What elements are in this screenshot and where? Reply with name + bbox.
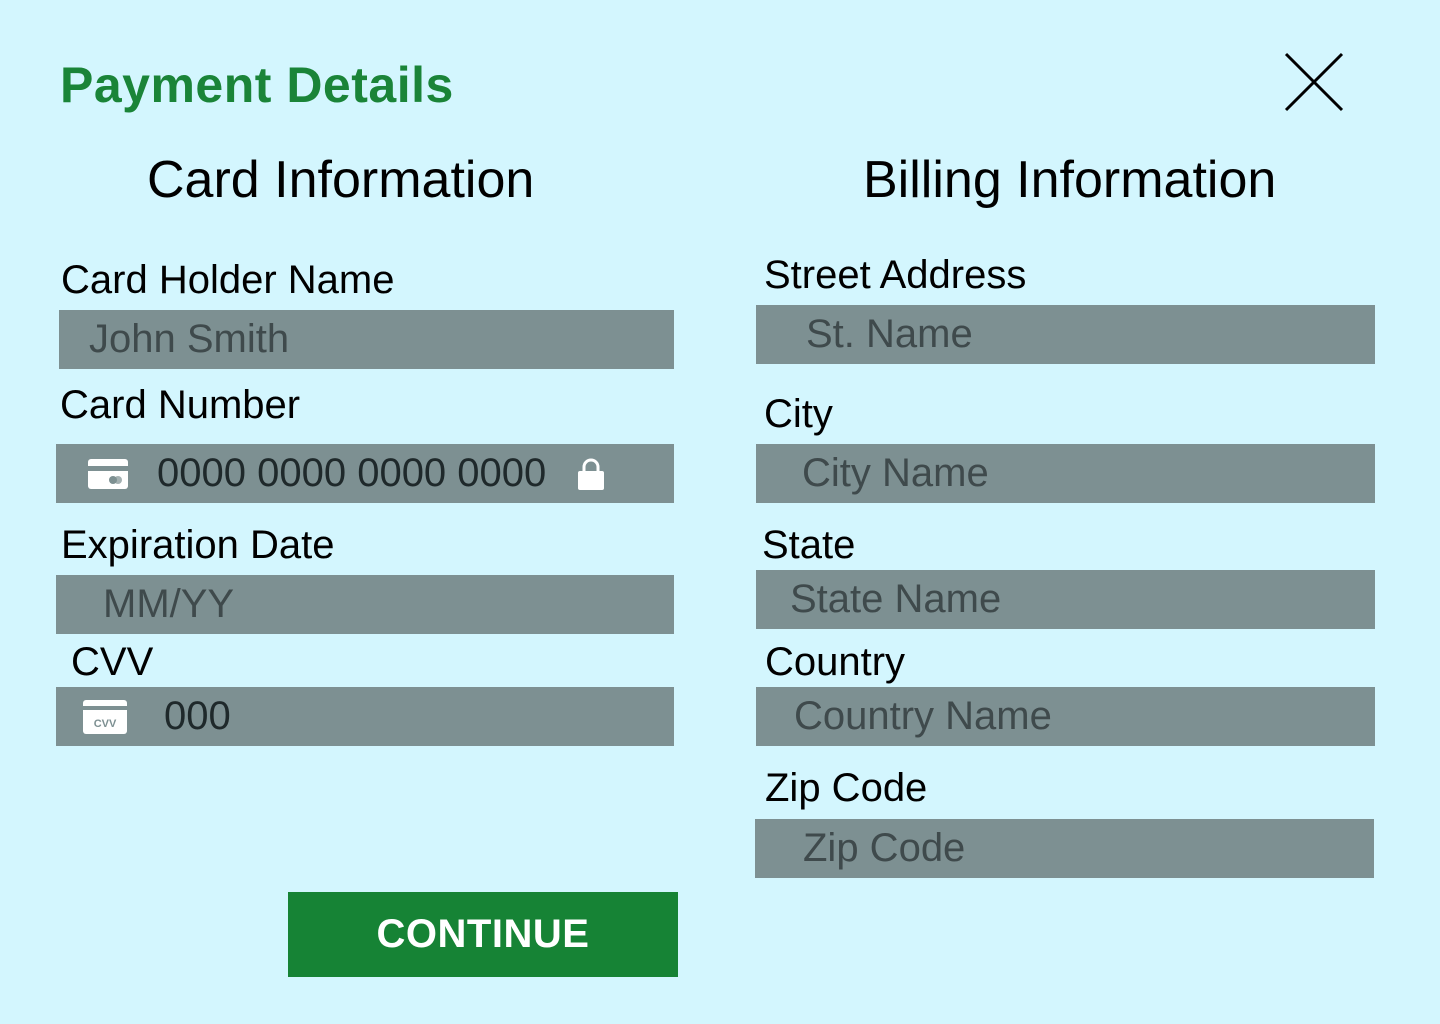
expiration-date-placeholder: MM/YY: [103, 582, 235, 626]
card-number-placeholder: 0000 0000 0000 0000: [157, 451, 547, 495]
card-holder-name-label: Card Holder Name: [61, 258, 395, 302]
cvv-icon-text: CVV: [94, 718, 117, 730]
billing-information-heading: Billing Information: [863, 151, 1277, 209]
card-holder-name-placeholder: John Smith: [89, 317, 290, 361]
country-placeholder: Country Name: [794, 694, 1052, 738]
zip-code-placeholder: Zip Code: [803, 826, 966, 870]
street-address-label: Street Address: [764, 253, 1027, 297]
close-icon: [1284, 52, 1344, 112]
city-placeholder: City Name: [802, 451, 989, 495]
zip-code-field[interactable]: Zip Code: [755, 819, 1374, 878]
card-number-label: Card Number: [60, 383, 301, 427]
country-field[interactable]: Country Name: [756, 687, 1375, 746]
street-address-placeholder: St. Name: [806, 312, 973, 356]
country-label: Country: [765, 640, 906, 684]
cvv-field[interactable]: CVV 000: [56, 687, 674, 746]
expiration-date-label: Expiration Date: [61, 523, 335, 567]
city-label: City: [764, 392, 833, 436]
page-title: Payment Details: [60, 57, 454, 113]
city-field[interactable]: City Name: [756, 444, 1375, 503]
cvv-card-icon: CVV: [83, 699, 127, 734]
cvv-label: CVV: [71, 640, 154, 684]
state-field[interactable]: State Name: [756, 570, 1375, 629]
state-label: State: [762, 523, 856, 567]
lock-icon: [578, 458, 605, 490]
state-placeholder: State Name: [790, 577, 1002, 621]
card-number-field[interactable]: 0000 0000 0000 0000: [56, 444, 674, 503]
zip-code-label: Zip Code: [765, 766, 928, 810]
close-button[interactable]: [1284, 52, 1344, 112]
credit-card-icon: [88, 458, 128, 489]
cvv-placeholder: 000: [164, 694, 231, 738]
card-holder-name-field[interactable]: John Smith: [59, 310, 674, 369]
continue-button[interactable]: CONTINUE: [288, 892, 678, 977]
expiration-date-field[interactable]: MM/YY: [56, 575, 674, 634]
street-address-field[interactable]: St. Name: [756, 305, 1375, 364]
card-information-heading: Card Information: [147, 151, 535, 209]
payment-details-page: Payment Details Card Information Card Ho…: [0, 0, 1440, 1024]
